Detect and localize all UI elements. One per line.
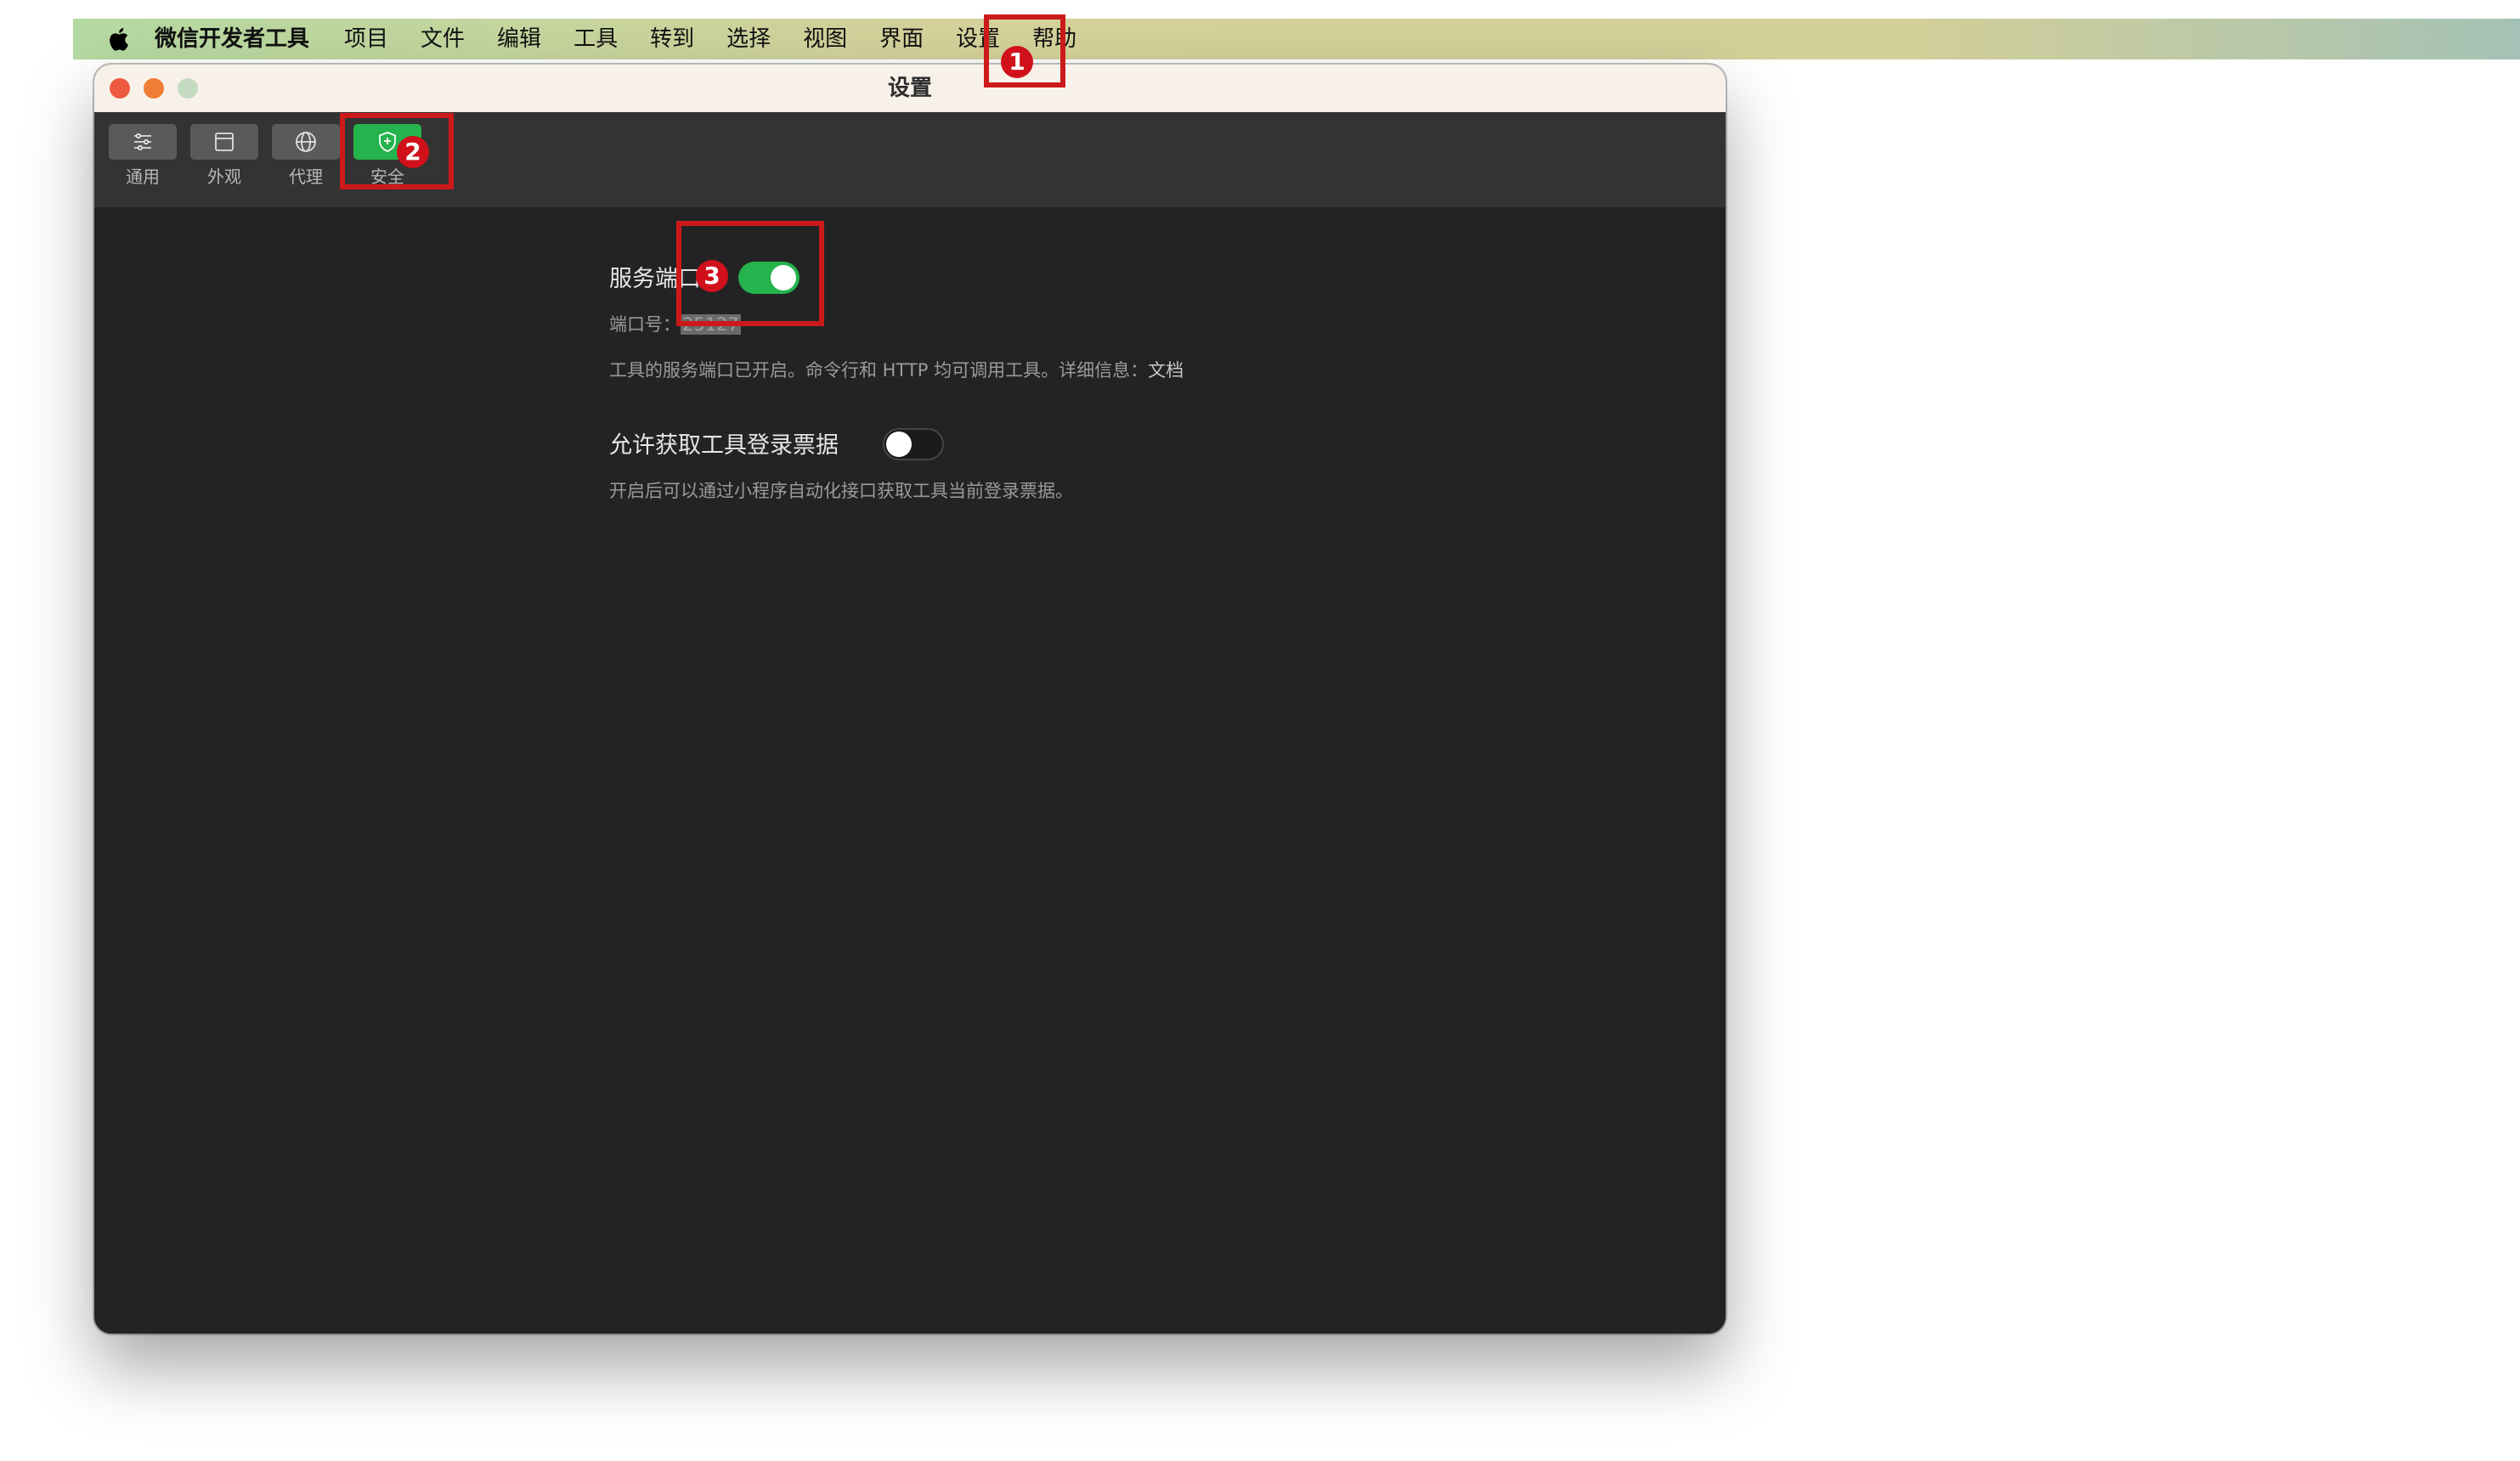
login-ticket-label: 允许获取工具登录票据: [609, 432, 839, 459]
port-number-label: 端口号：: [609, 314, 681, 335]
service-port-description: 工具的服务端口已开启。命令行和 HTTP 均可调用工具。详细信息：文档: [609, 357, 1184, 382]
layout-icon: [215, 133, 234, 151]
menu-tools[interactable]: 工具: [557, 19, 634, 59]
menu-file[interactable]: 文件: [404, 19, 481, 59]
service-port-toggle[interactable]: [738, 262, 800, 294]
tab-proxy-label: 代理: [289, 166, 323, 187]
doc-link[interactable]: 文档: [1148, 360, 1184, 381]
annotation-badge-1: 1: [1001, 46, 1033, 78]
menu-edit[interactable]: 编辑: [481, 19, 557, 59]
toggle-knob: [886, 432, 912, 457]
toggle-knob: [771, 265, 796, 291]
menu-bar: 微信开发者工具 项目 文件 编辑 工具 转到 选择 视图 界面 设置 帮助: [73, 19, 2520, 59]
menu-view[interactable]: 视图: [787, 19, 863, 59]
menu-goto[interactable]: 转到: [634, 19, 710, 59]
tab-appearance-button[interactable]: [190, 124, 258, 160]
port-number-row: 端口号：25127: [609, 311, 741, 336]
tab-appearance[interactable]: 外观: [190, 124, 258, 189]
service-port-desc-text: 工具的服务端口已开启。命令行和 HTTP 均可调用工具。详细信息：: [609, 360, 1149, 381]
tab-security-label: 安全: [370, 166, 404, 187]
menu-app-name[interactable]: 微信开发者工具: [155, 19, 328, 59]
settings-toolbar: 通用 外观 代理 安全: [94, 112, 1726, 207]
window-titlebar: 设置: [94, 65, 1726, 113]
menu-interface[interactable]: 界面: [863, 19, 940, 59]
menu-project[interactable]: 项目: [328, 19, 404, 59]
tab-appearance-label: 外观: [207, 166, 241, 187]
tab-general-label: 通用: [126, 166, 160, 187]
shield-icon: [379, 132, 396, 152]
sliders-icon: [134, 133, 151, 151]
tab-proxy-button[interactable]: [272, 124, 340, 160]
annotation-badge-2: 2: [397, 136, 429, 168]
tab-proxy[interactable]: 代理: [272, 124, 340, 189]
globe-icon: [296, 132, 316, 152]
window-title: 设置: [887, 76, 932, 101]
tab-general-button[interactable]: [109, 124, 177, 160]
menu-select[interactable]: 选择: [710, 19, 787, 59]
service-port-label: 服务端口: [609, 266, 701, 292]
apple-icon[interactable]: [107, 26, 129, 52]
settings-window: 设置 通用 外观 代理 安全 服务端口 端口号：25127 工具的服务端口已开启…: [94, 65, 1726, 1334]
tab-general[interactable]: 通用: [109, 124, 177, 189]
annotation-badge-3: 3: [696, 260, 728, 292]
login-ticket-description: 开启后可以通过小程序自动化接口获取工具当前登录票据。: [609, 481, 1073, 501]
login-ticket-toggle[interactable]: [883, 428, 944, 460]
security-settings-panel: 服务端口 端口号：25127 工具的服务端口已开启。命令行和 HTTP 均可调用…: [94, 207, 1726, 1334]
port-number-value[interactable]: 25127: [681, 314, 741, 335]
